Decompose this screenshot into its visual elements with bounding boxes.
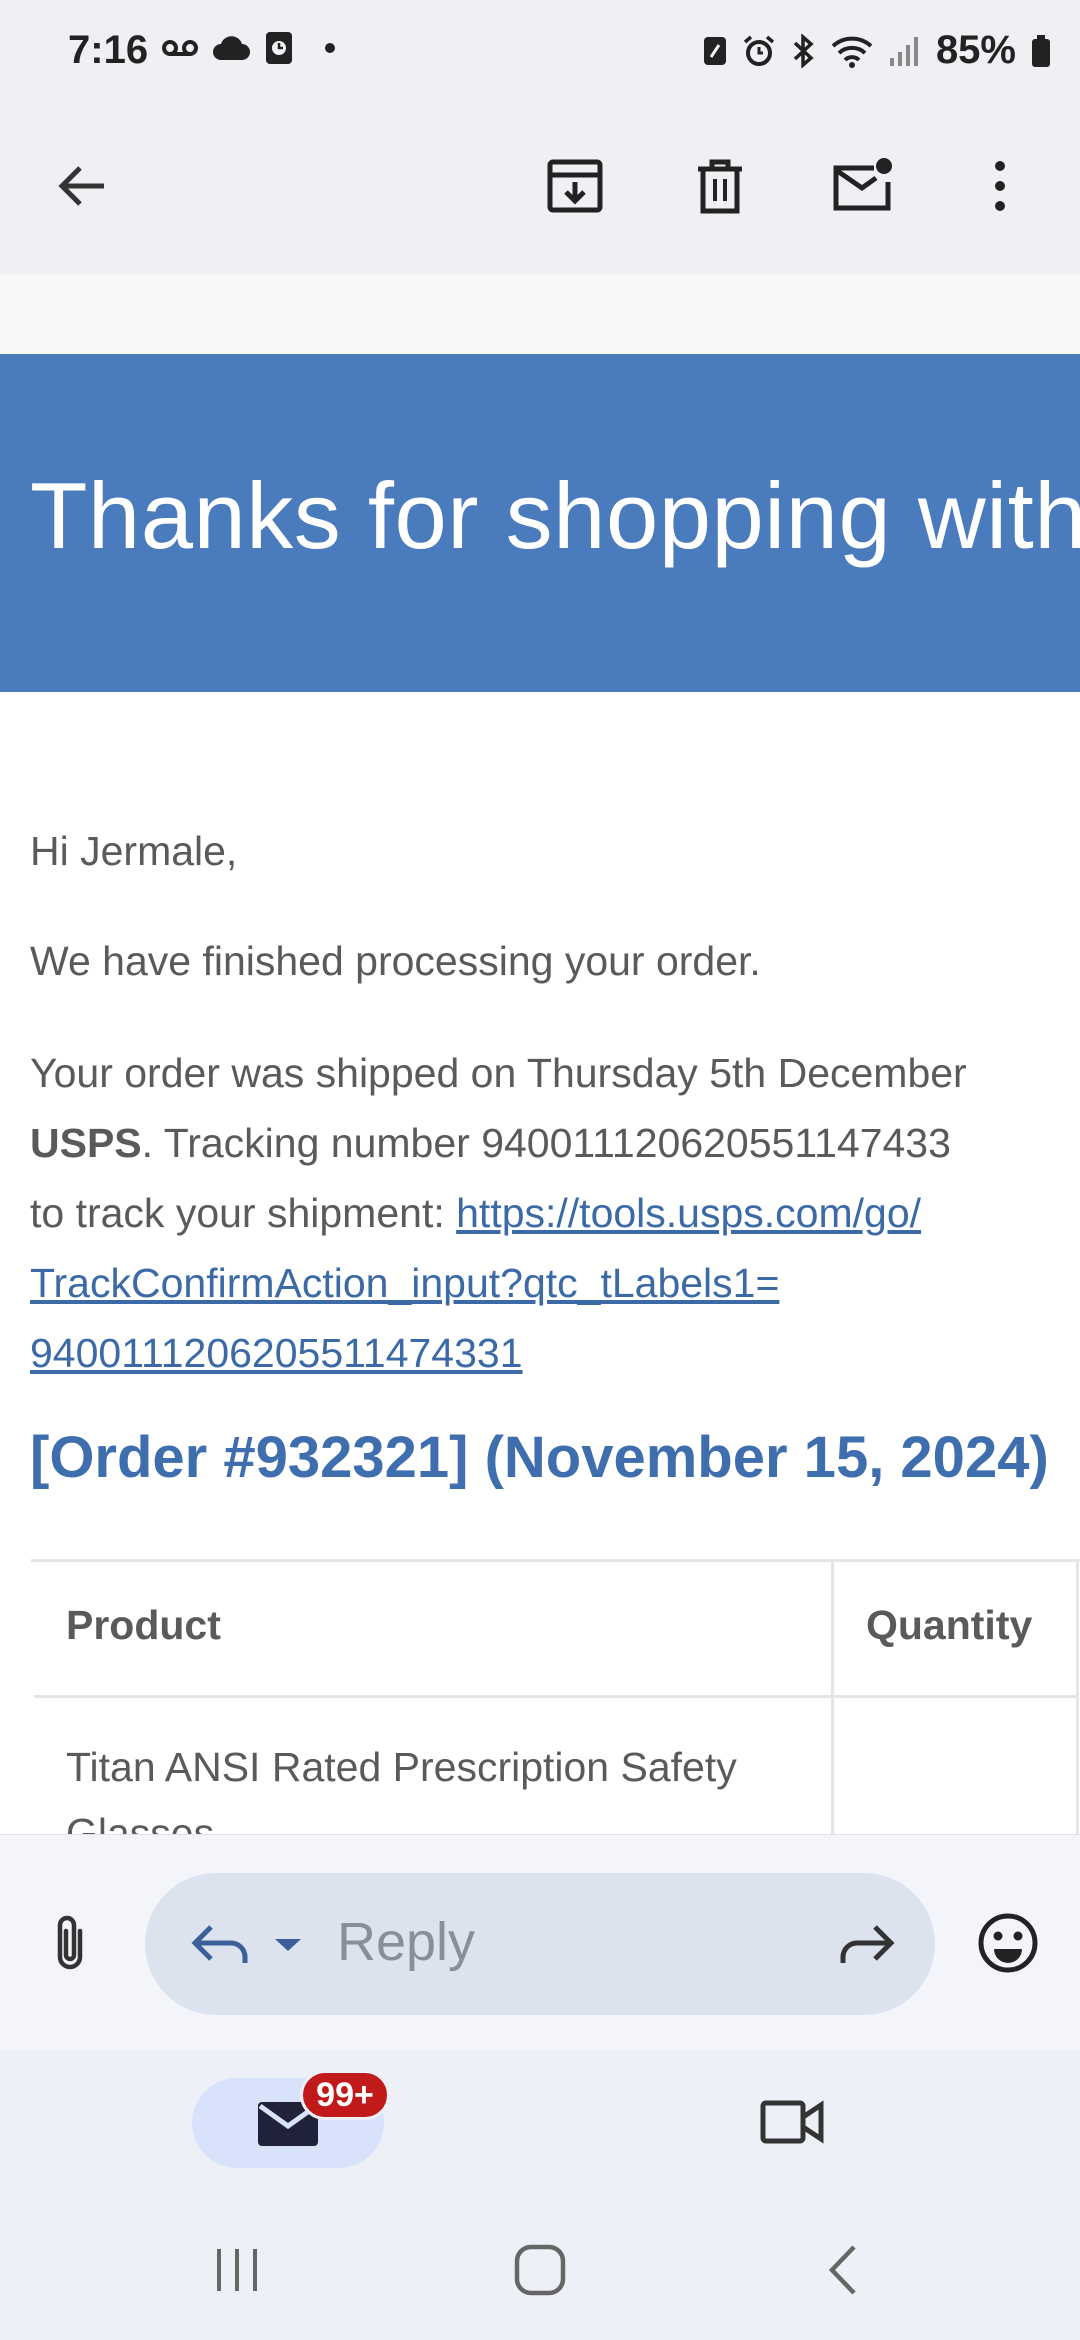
emoji-icon xyxy=(978,1913,1038,1973)
status-right: 85% xyxy=(702,28,1052,73)
processing-line: We have finished processing your order. xyxy=(30,938,761,984)
track-link-line-3: 9400111206205511474331 xyxy=(30,1318,523,1388)
header-product-label: Product xyxy=(66,1602,221,1648)
paperclip-icon xyxy=(57,1915,83,1970)
email-banner: Thanks for shopping with xyxy=(0,354,1080,692)
order-heading: [Order #932321] (November 15, 2024) xyxy=(30,1425,1049,1490)
back-button[interactable] xyxy=(42,146,122,226)
mark-unread-button[interactable] xyxy=(823,146,903,226)
status-bar: 7:16 85% xyxy=(0,0,1080,104)
system-back-icon xyxy=(828,2245,856,2295)
more-options-button[interactable] xyxy=(960,146,1040,226)
product-name: Titan ANSI Rated Prescription Safety Gla… xyxy=(66,1744,737,1834)
reply-placeholder: Reply xyxy=(337,1912,476,1972)
tracking-link[interactable]: https://tools.usps.com/go/ xyxy=(456,1190,921,1236)
track-link-line-2: TrackConfirmAction_input?qtc_tLabels1= xyxy=(30,1248,779,1318)
table-row: Titan ANSI Rated Prescription Safety Gla… xyxy=(34,1698,834,1834)
table-header-quantity: Quantity xyxy=(834,1562,1079,1698)
system-nav-bar xyxy=(0,2200,1080,2340)
battery-percent: 85% xyxy=(935,28,1016,72)
attach-button[interactable] xyxy=(30,1903,110,1983)
home-button[interactable] xyxy=(500,2230,580,2310)
more-vert-icon xyxy=(995,161,1005,211)
wifi-icon xyxy=(831,36,873,68)
trash-icon xyxy=(698,159,742,214)
cloud-icon xyxy=(213,36,250,60)
bottom-nav: 99+ xyxy=(0,2050,1080,2200)
back-arrow-icon xyxy=(58,166,104,206)
nfc-icon xyxy=(703,36,726,65)
status-left-icons xyxy=(162,30,338,66)
unread-badge: 99+ xyxy=(300,2070,390,2120)
header-quantity-label: Quantity xyxy=(866,1602,1033,1648)
table-header-product: Product xyxy=(34,1562,834,1698)
shipped-line: Your order was shipped on Thursday 5th D… xyxy=(30,1050,967,1096)
archive-button[interactable] xyxy=(535,146,615,226)
greeting: Hi Jermale, xyxy=(30,828,238,874)
reply-mode-button[interactable] xyxy=(181,1903,261,1983)
email-top-strip xyxy=(0,274,1080,355)
tracking-link-end[interactable]: 9400111206205511474331 xyxy=(30,1330,523,1376)
battery-icon xyxy=(1032,34,1050,67)
recent-apps-button[interactable] xyxy=(198,2230,278,2310)
forward-button[interactable] xyxy=(825,1903,905,1983)
reply-input[interactable]: Reply xyxy=(145,1873,935,2015)
system-back-button[interactable] xyxy=(802,2230,882,2310)
tracking-number-text: . Tracking number 940011120620551147433 xyxy=(141,1120,951,1166)
screen-time-icon xyxy=(266,32,292,64)
track-link-line: to track your shipment: https://tools.us… xyxy=(30,1178,921,1248)
carrier-name: USPS xyxy=(30,1120,142,1166)
recent-apps-icon xyxy=(217,2249,257,2291)
banner-title: Thanks for shopping with xyxy=(30,463,1080,568)
table-cell-quantity xyxy=(834,1698,1079,1834)
home-icon xyxy=(514,2244,566,2296)
email-toolbar xyxy=(0,104,1080,274)
voicemail-icon xyxy=(162,40,198,56)
reply-bar: Reply xyxy=(0,1834,1080,2051)
meet-tab[interactable] xyxy=(752,2082,832,2162)
mark-unread-icon xyxy=(833,158,892,211)
alarm-icon xyxy=(743,35,775,66)
video-camera-icon xyxy=(760,2100,824,2144)
delete-button[interactable] xyxy=(680,146,760,226)
emoji-button[interactable] xyxy=(968,1903,1048,1983)
tracking-link-cont[interactable]: TrackConfirmAction_input?qtc_tLabels1= xyxy=(30,1260,779,1306)
order-table: Product Quantity Titan ANSI Rated Prescr… xyxy=(31,1559,1080,1834)
dot-icon xyxy=(325,43,335,53)
track-prefix: to track your shipment: xyxy=(30,1190,457,1236)
reply-arrow-icon xyxy=(191,1925,248,1963)
signal-icon xyxy=(889,36,918,66)
email-body: Thanks for shopping with Hi Jermale, We … xyxy=(0,274,1080,1834)
tracking-line: USPS. Tracking number 940011120620551147… xyxy=(30,1108,951,1178)
bluetooth-icon xyxy=(793,33,814,68)
status-time: 7:16 xyxy=(68,28,149,72)
forward-arrow-icon xyxy=(840,1925,895,1963)
chevron-down-icon[interactable] xyxy=(273,1937,303,1953)
archive-icon xyxy=(547,159,603,213)
